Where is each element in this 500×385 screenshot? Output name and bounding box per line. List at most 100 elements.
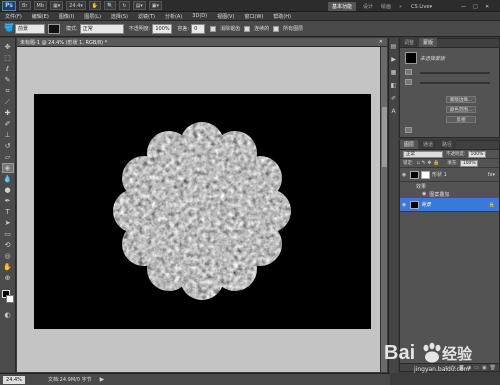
contiguous-checkbox[interactable]: [244, 25, 251, 32]
workspace-design-button[interactable]: 设计: [360, 2, 376, 11]
menu-layer[interactable]: 图层(L): [79, 13, 106, 20]
close-button[interactable]: ✕: [482, 2, 492, 11]
workspace-essentials-button[interactable]: 基本功能: [328, 2, 357, 11]
menu-filter[interactable]: 滤镜(T): [133, 13, 160, 20]
maximize-button[interactable]: □: [470, 2, 481, 11]
crop-tool-icon[interactable]: ⌗: [2, 86, 14, 96]
zoom-input[interactable]: 24.4%: [3, 375, 25, 384]
feather-slider[interactable]: [420, 82, 490, 84]
zoom-level-dropdown[interactable]: 24.4 ▾: [66, 1, 86, 10]
mode-select[interactable]: 正常: [79, 23, 124, 34]
screen-mode-button[interactable]: ▣▾: [148, 1, 163, 10]
document-tab[interactable]: 未标题-1 @ 24.4% (形状 1, RGB/8) * ✕: [17, 38, 387, 47]
paint-bucket-icon[interactable]: 🪣: [3, 23, 15, 33]
hand-tool-button[interactable]: ✋: [88, 1, 102, 10]
eraser-tool-icon[interactable]: ▱: [2, 152, 14, 162]
view-extras-button[interactable]: ▦▾: [50, 1, 64, 10]
cs-live-button[interactable]: CS Live ▾: [408, 2, 435, 11]
menu-view[interactable]: 视图(V): [212, 13, 239, 20]
menu-3d[interactable]: 3D(D): [187, 13, 212, 19]
quick-mask-icon[interactable]: ◐: [2, 310, 14, 320]
eyedropper-tool-icon[interactable]: ⟋: [2, 97, 14, 107]
eye-icon[interactable]: ◉: [422, 191, 426, 197]
layer-row-shape[interactable]: ◉ 形状 1 fx▾: [400, 168, 499, 182]
vector-mask-icon[interactable]: [405, 79, 412, 85]
3d-rotate-tool-icon[interactable]: ⟲: [2, 240, 14, 250]
blend-mode-select[interactable]: 正常: [403, 150, 443, 158]
document-canvas[interactable]: [34, 94, 371, 329]
fill-input[interactable]: 100%: [459, 159, 478, 167]
pixel-mask-icon[interactable]: [405, 69, 412, 75]
hand-tool-icon[interactable]: ✋: [2, 262, 14, 272]
visibility-eye-icon[interactable]: ◉: [400, 202, 408, 208]
menu-edit[interactable]: 编辑(E): [27, 13, 54, 20]
history-brush-tool-icon[interactable]: ↺: [2, 141, 14, 151]
lasso-tool-icon[interactable]: ℓ: [2, 64, 14, 74]
styles-panel-icon[interactable]: ◧: [390, 81, 398, 90]
lock-icons[interactable]: ▫ ✎ ✥ 🔒: [417, 160, 440, 166]
mini-bridge-button[interactable]: Mb: [33, 1, 47, 10]
canvas-area[interactable]: [17, 47, 387, 372]
pattern-overlay-row[interactable]: ◉ 图案叠加: [400, 190, 499, 198]
workspace-more-button[interactable]: »: [396, 2, 405, 11]
type-tool-icon[interactable]: T: [2, 207, 14, 217]
invert-button[interactable]: 反相: [446, 116, 476, 123]
fx-icon[interactable]: fx▾: [488, 172, 499, 178]
dodge-tool-icon[interactable]: ●: [2, 185, 14, 195]
healing-brush-tool-icon[interactable]: ✚: [2, 108, 14, 118]
layer-row-background[interactable]: ◉ 背景 🔒: [400, 198, 499, 212]
load-selection-icon[interactable]: [405, 127, 412, 133]
shape-tool-icon[interactable]: ▭: [2, 229, 14, 239]
scrollbar-thumb[interactable]: [382, 107, 387, 167]
layer-opacity-input[interactable]: 100%: [467, 150, 486, 158]
menu-help[interactable]: 帮助(H): [268, 13, 296, 20]
bridge-button[interactable]: Br: [19, 1, 31, 10]
workspace-painting-button[interactable]: 绘画: [378, 2, 394, 11]
tab-paths[interactable]: 路径: [438, 140, 457, 149]
quick-select-tool-icon[interactable]: ✎: [2, 75, 14, 85]
brush-panel-icon[interactable]: ✐: [390, 94, 398, 103]
visibility-eye-icon[interactable]: ◉: [400, 172, 408, 178]
zoom-tool-icon[interactable]: ⊕: [2, 273, 14, 283]
menu-image[interactable]: 图像(I): [54, 13, 79, 20]
move-tool-icon[interactable]: ✥: [2, 42, 14, 52]
blur-tool-icon[interactable]: 💧: [2, 174, 14, 184]
paint-bucket-tool-icon[interactable]: ◈: [1, 163, 14, 173]
tab-masks[interactable]: 蒙版: [419, 38, 438, 47]
brush-tool-icon[interactable]: ✐: [2, 119, 14, 129]
swatches-panel-icon[interactable]: ▦: [390, 68, 398, 77]
tab-layers[interactable]: 图层: [400, 140, 419, 149]
clone-stamp-tool-icon[interactable]: ⊥: [2, 130, 14, 140]
status-menu-arrow-icon[interactable]: ▶: [100, 376, 105, 383]
background-color-swatch[interactable]: [5, 295, 14, 303]
tab-adjustments[interactable]: 调整: [400, 38, 419, 47]
menu-analysis[interactable]: 分析(A): [160, 13, 187, 20]
color-range-button[interactable]: 颜色范围...: [446, 106, 476, 113]
pattern-swatch[interactable]: [48, 23, 60, 34]
arrange-documents-button[interactable]: ▤▾: [132, 1, 146, 10]
character-panel-icon[interactable]: A: [390, 107, 398, 116]
minimize-button[interactable]: —: [458, 2, 469, 11]
pen-tool-icon[interactable]: ✒: [2, 196, 14, 206]
rotate-view-button[interactable]: ↻: [119, 1, 130, 10]
close-document-icon[interactable]: ✕: [376, 39, 387, 45]
fill-source-select[interactable]: 前景: [15, 23, 45, 34]
opacity-input[interactable]: 100%: [152, 23, 173, 34]
mask-edge-button[interactable]: 蒙版边缘...: [446, 96, 476, 103]
tab-channels[interactable]: 通道: [419, 140, 438, 149]
menu-window[interactable]: 窗口(W): [239, 13, 268, 20]
path-selection-tool-icon[interactable]: ➤: [2, 218, 14, 228]
tolerance-input[interactable]: 0: [191, 23, 206, 34]
menu-select[interactable]: 选择(S): [106, 13, 133, 20]
actions-panel-icon[interactable]: ▶: [390, 55, 398, 64]
3d-orbit-tool-icon[interactable]: ◎: [2, 251, 14, 261]
antialias-checkbox[interactable]: [210, 25, 217, 32]
zoom-tool-button[interactable]: 🔍: [104, 1, 117, 10]
density-slider[interactable]: [420, 72, 490, 74]
delete-layer-icon[interactable]: 🗑: [490, 365, 496, 371]
all-layers-checkbox[interactable]: [273, 25, 280, 32]
marquee-tool-icon[interactable]: ⬚: [2, 53, 14, 63]
vertical-scrollbar[interactable]: [380, 47, 387, 372]
effects-row[interactable]: 效果: [400, 182, 499, 190]
history-panel-icon[interactable]: ▤: [390, 42, 398, 51]
